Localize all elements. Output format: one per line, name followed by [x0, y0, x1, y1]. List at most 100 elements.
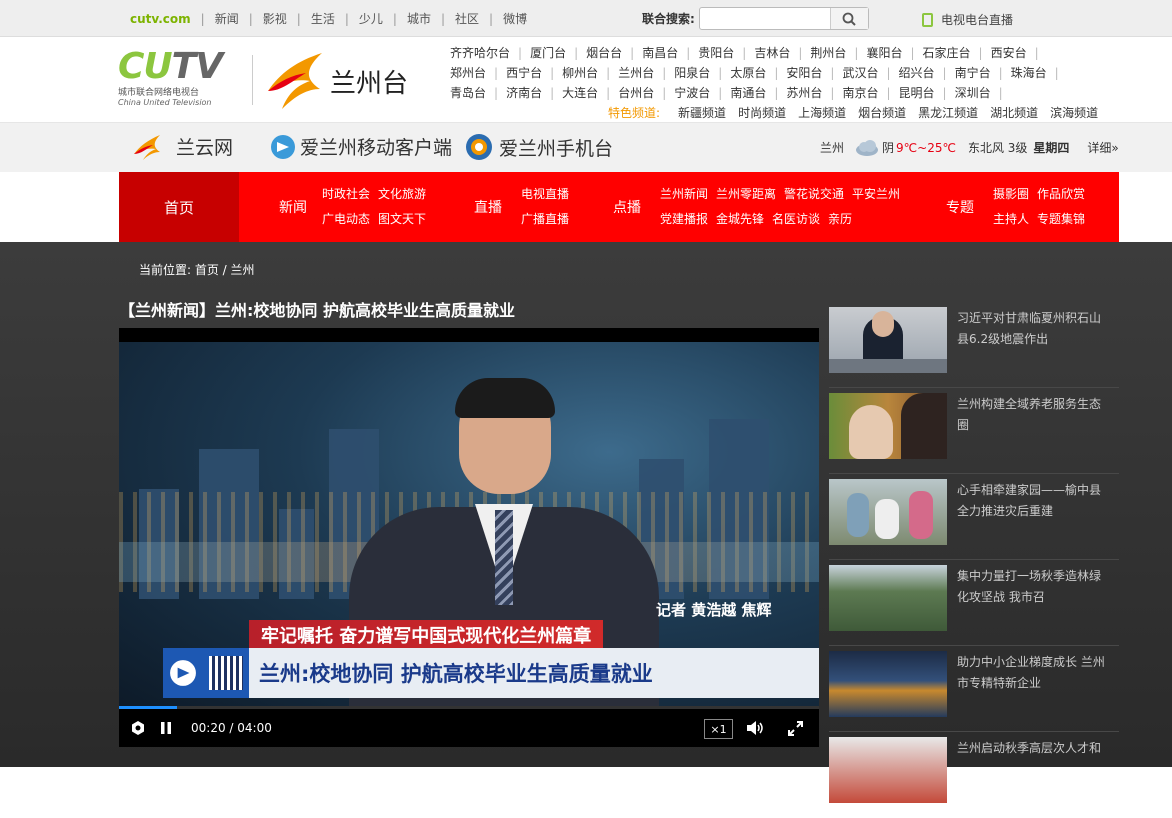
tv-live-link[interactable]: 电视电台直播 — [922, 11, 1013, 28]
nav-link[interactable]: 广播直播 — [521, 207, 569, 232]
news-thumbnail[interactable] — [829, 393, 947, 459]
city-station-link[interactable]: 南京台 — [842, 83, 878, 103]
news-caption[interactable]: 集中力量打一场秋季造林绿化攻坚战 我市召 — [957, 566, 1109, 608]
city-station-link[interactable]: 西宁台 — [506, 63, 542, 83]
weather-more-link[interactable]: 详细» — [1087, 139, 1118, 156]
list-item[interactable]: 助力中小企业梯度成长 兰州市专精特新企业 — [829, 646, 1119, 732]
nav-link[interactable]: 文化旅游 — [378, 182, 426, 207]
city-station-link[interactable]: 贵阳台 — [698, 43, 734, 63]
top-link-life[interactable]: 生活 — [311, 10, 335, 27]
nav-link[interactable]: 主持人 — [993, 207, 1029, 232]
lanyun-link[interactable]: 兰云网 — [132, 133, 233, 160]
city-station-link[interactable]: 荆州台 — [810, 43, 846, 63]
city-station-link[interactable]: 齐齐哈尔台 — [450, 43, 510, 63]
pause-icon[interactable] — [159, 721, 173, 735]
mobile-link[interactable]: 爱兰州手机台 — [465, 133, 613, 161]
nav-topic[interactable]: 专题 — [946, 172, 974, 242]
city-station-link[interactable]: 石家庄台 — [923, 43, 971, 63]
nav-link[interactable]: 党建播报 — [660, 207, 708, 232]
city-station-link[interactable]: 大连台 — [562, 83, 598, 103]
nav-live[interactable]: 直播 — [474, 172, 502, 242]
city-station-link[interactable]: 阳泉台 — [674, 63, 710, 83]
news-thumbnail[interactable] — [829, 651, 947, 717]
city-station-link[interactable]: 南通台 — [730, 83, 766, 103]
featured-channel-link[interactable]: 上海频道 — [798, 103, 846, 123]
news-caption[interactable]: 兰州启动秋季高层次人才和 — [957, 738, 1109, 759]
nav-link[interactable]: 警花说交通 — [784, 182, 844, 207]
city-station-link[interactable]: 绍兴台 — [899, 63, 935, 83]
city-station-link[interactable]: 郑州台 — [450, 63, 486, 83]
nav-link[interactable]: 兰州零距离 — [716, 182, 776, 207]
top-link-city[interactable]: 城市 — [407, 10, 431, 27]
list-item[interactable]: 兰州启动秋季高层次人才和 — [829, 732, 1119, 818]
nav-news[interactable]: 新闻 — [279, 172, 307, 242]
news-thumbnail[interactable] — [829, 479, 947, 545]
top-link-community[interactable]: 社区 — [455, 10, 479, 27]
nav-link[interactable]: 时政社会 — [322, 182, 370, 207]
search-button[interactable] — [829, 8, 868, 29]
brand-link[interactable]: cutv.com — [130, 12, 191, 26]
nav-link[interactable]: 广电动态 — [322, 207, 370, 232]
app-link[interactable]: 爱兰州移动客户端 — [270, 133, 452, 160]
city-station-link[interactable]: 台州台 — [618, 83, 654, 103]
nav-link[interactable]: 兰州新闻 — [660, 182, 708, 207]
featured-channel-link[interactable]: 新疆频道 — [678, 103, 726, 123]
nav-link[interactable]: 作品欣赏 — [1037, 182, 1085, 207]
featured-channel-link[interactable]: 滨海频道 — [1050, 103, 1098, 123]
top-link-film[interactable]: 影视 — [263, 10, 287, 27]
news-caption[interactable]: 助力中小企业梯度成长 兰州市专精特新企业 — [957, 652, 1109, 694]
top-link-kids[interactable]: 少儿 — [359, 10, 383, 27]
city-station-link[interactable]: 烟台台 — [586, 43, 622, 63]
nav-link[interactable]: 平安兰州 — [852, 182, 900, 207]
featured-channel-link[interactable]: 时尚频道 — [738, 103, 786, 123]
city-station-link[interactable]: 厦门台 — [530, 43, 566, 63]
city-station-link[interactable]: 吉林台 — [754, 43, 790, 63]
nav-link[interactable]: 亲历 — [828, 207, 852, 232]
news-caption[interactable]: 兰州构建全域养老服务生态圈 — [957, 394, 1109, 436]
station-logo[interactable]: 兰州台 — [262, 51, 408, 111]
news-caption[interactable]: 心手相牵建家园——榆中县全力推进灾后重建 — [957, 480, 1109, 522]
city-station-link[interactable]: 深圳台 — [955, 83, 991, 103]
city-station-link[interactable]: 兰州台 — [618, 63, 654, 83]
featured-channel-link[interactable]: 黑龙江频道 — [918, 103, 978, 123]
news-thumbnail[interactable] — [829, 565, 947, 631]
city-station-link[interactable]: 济南台 — [506, 83, 542, 103]
city-station-link[interactable]: 襄阳台 — [866, 43, 902, 63]
city-station-link[interactable]: 柳州台 — [562, 63, 598, 83]
nav-link[interactable]: 摄影圈 — [993, 182, 1029, 207]
fullscreen-icon[interactable] — [788, 721, 803, 736]
city-station-link[interactable]: 太原台 — [730, 63, 766, 83]
city-station-link[interactable]: 宁波台 — [674, 83, 710, 103]
news-thumbnail[interactable] — [829, 737, 947, 803]
list-item[interactable]: 习近平对甘肃临夏州积石山县6.2级地震作出 — [829, 302, 1119, 388]
city-station-link[interactable]: 武汉台 — [842, 63, 878, 83]
city-station-link[interactable]: 珠海台 — [1011, 63, 1047, 83]
news-caption[interactable]: 习近平对甘肃临夏州积石山县6.2级地震作出 — [957, 308, 1109, 350]
featured-channel-link[interactable]: 湖北频道 — [990, 103, 1038, 123]
cutv-logo[interactable]: CUTV 城市联合网络电视台 China United Television — [118, 49, 244, 108]
list-item[interactable]: 集中力量打一场秋季造林绿化攻坚战 我市召 — [829, 560, 1119, 646]
city-station-link[interactable]: 南宁台 — [955, 63, 991, 83]
nav-link[interactable]: 图文天下 — [378, 207, 426, 232]
top-link-news[interactable]: 新闻 — [215, 10, 239, 27]
city-station-link[interactable]: 南昌台 — [642, 43, 678, 63]
volume-icon[interactable] — [747, 721, 765, 735]
nav-link[interactable]: 金城先锋 — [716, 207, 764, 232]
speed-button[interactable]: ×1 — [704, 719, 733, 739]
featured-channel-link[interactable]: 烟台频道 — [858, 103, 906, 123]
nav-link[interactable]: 电视直播 — [521, 182, 569, 207]
news-thumbnail[interactable] — [829, 307, 947, 373]
city-station-link[interactable]: 西安台 — [991, 43, 1027, 63]
search-input[interactable] — [698, 7, 869, 30]
nav-link[interactable]: 名医访谈 — [772, 207, 820, 232]
nav-link[interactable]: 专题集锦 — [1037, 207, 1085, 232]
video-player[interactable]: 记者 黄浩越 焦辉 牢记嘱托 奋力谱写中国式现代化兰州篇章 兰州:校地协同 护航… — [119, 328, 819, 747]
nav-home[interactable]: 首页 — [119, 172, 239, 242]
settings-icon[interactable] — [131, 721, 145, 735]
city-station-link[interactable]: 安阳台 — [786, 63, 822, 83]
list-item[interactable]: 心手相牵建家园——榆中县全力推进灾后重建 — [829, 474, 1119, 560]
video-frame[interactable]: 记者 黄浩越 焦辉 牢记嘱托 奋力谱写中国式现代化兰州篇章 兰州:校地协同 护航… — [119, 342, 819, 709]
city-station-link[interactable]: 昆明台 — [899, 83, 935, 103]
list-item[interactable]: 兰州构建全域养老服务生态圈 — [829, 388, 1119, 474]
city-station-link[interactable]: 青岛台 — [450, 83, 486, 103]
